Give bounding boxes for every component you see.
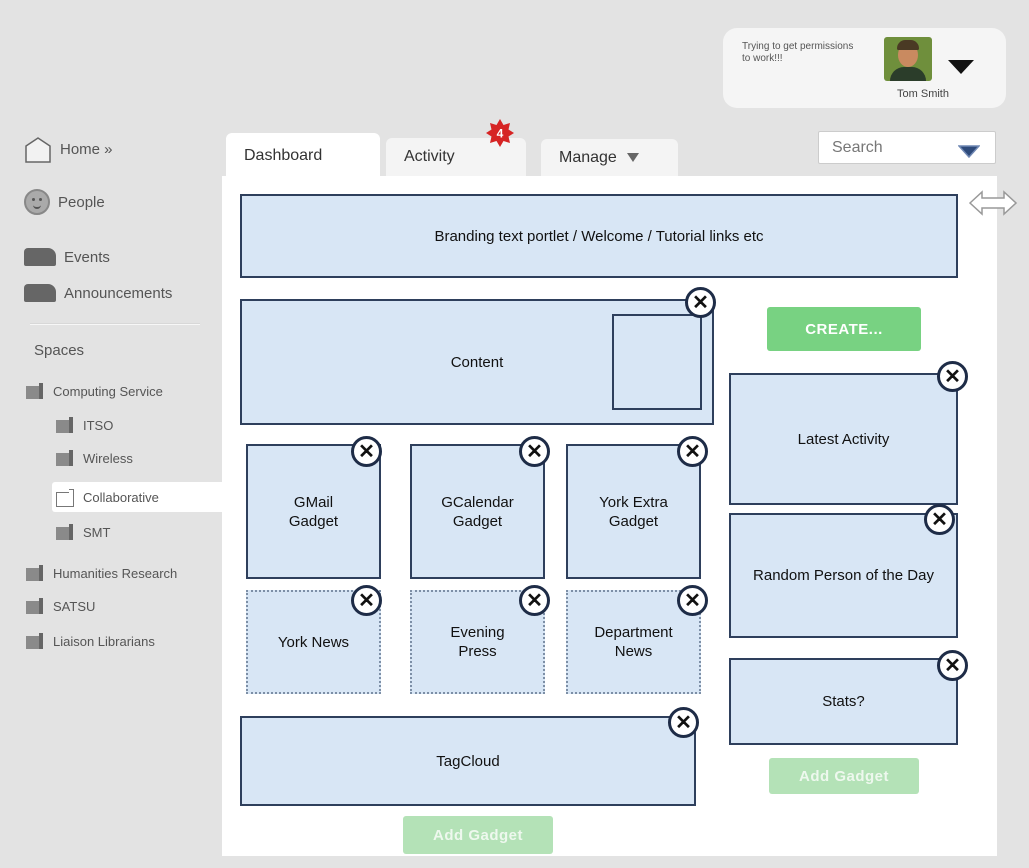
branding-portlet-title: Branding text portlet / Welcome / Tutori… xyxy=(434,227,764,245)
space-icon xyxy=(26,633,44,649)
space-item-label: Wireless xyxy=(83,450,133,466)
add-gadget-label: Add Gadget xyxy=(799,767,889,785)
close-icon[interactable]: ✕ xyxy=(351,585,382,616)
space-item[interactable]: Liaison Librarians xyxy=(26,630,155,652)
space-item-label: Liaison Librarians xyxy=(53,633,155,649)
folder-icon xyxy=(24,248,56,266)
spaces-heading: Spaces xyxy=(34,342,85,359)
notification-badge: 4 xyxy=(485,118,515,148)
folder-icon xyxy=(24,284,56,302)
nav-announcements[interactable]: Announcements xyxy=(24,281,172,305)
avatar[interactable] xyxy=(884,37,932,81)
nav-people[interactable]: People xyxy=(24,189,105,215)
notification-badge-count: 4 xyxy=(497,127,504,141)
sidebar-divider xyxy=(30,323,200,325)
nav-events[interactable]: Events xyxy=(24,245,110,269)
gmail-gadget-title: GMail Gadget xyxy=(288,493,339,530)
resize-arrow-icon[interactable] xyxy=(968,190,1018,216)
close-icon[interactable]: ✕ xyxy=(937,361,968,392)
tab-manage-label: Manage xyxy=(559,148,617,166)
tagcloud-title: TagCloud xyxy=(436,752,500,770)
user-menu-caret-icon[interactable] xyxy=(948,60,974,74)
stats-title: Stats? xyxy=(822,693,865,710)
space-item[interactable]: Computing Service xyxy=(26,380,163,402)
space-item-selected[interactable]: Collaborative xyxy=(56,486,159,508)
space-icon xyxy=(56,450,74,466)
close-icon[interactable]: ✕ xyxy=(519,436,550,467)
branding-portlet[interactable]: Branding text portlet / Welcome / Tutori… xyxy=(240,194,958,278)
nav-announcements-label: Announcements xyxy=(64,284,173,302)
space-item-label: SATSU xyxy=(53,598,96,614)
space-item-label: ITSO xyxy=(83,417,114,433)
space-icon xyxy=(26,565,44,581)
search-dropdown-icon[interactable] xyxy=(957,145,981,159)
close-icon[interactable]: ✕ xyxy=(924,504,955,535)
nav-people-label: People xyxy=(58,193,105,211)
content-portlet-title: Content xyxy=(450,353,504,371)
add-gadget-label: Add Gadget xyxy=(433,826,523,844)
space-item-label: Computing Service xyxy=(53,383,163,399)
close-icon[interactable]: ✕ xyxy=(685,287,716,318)
content-preview-box xyxy=(612,314,702,410)
department-news-title: Department News xyxy=(594,624,673,660)
user-name: Tom Smith xyxy=(897,88,949,100)
gcalendar-gadget-title: GCalendar Gadget xyxy=(441,493,514,530)
user-status-text: Trying to get permissions to work!!! xyxy=(742,41,854,64)
latest-activity-portlet[interactable]: Latest Activity xyxy=(729,373,958,505)
tab-activity-label: Activity xyxy=(404,148,455,165)
close-icon[interactable]: ✕ xyxy=(677,436,708,467)
close-icon[interactable]: ✕ xyxy=(351,436,382,467)
add-gadget-button[interactable]: Add Gadget xyxy=(769,758,919,794)
home-icon xyxy=(24,136,52,163)
search-placeholder: Search xyxy=(832,138,883,156)
york-extra-gadget-portlet[interactable]: York Extra Gadget xyxy=(566,444,701,579)
tab-dashboard-label: Dashboard xyxy=(244,146,323,164)
smiley-icon xyxy=(24,189,50,215)
space-open-icon xyxy=(56,489,74,507)
space-item-label: SMT xyxy=(83,524,111,540)
space-item-label: Humanities Research xyxy=(53,565,178,581)
latest-activity-title: Latest Activity xyxy=(797,430,890,448)
add-gadget-button[interactable]: Add Gadget xyxy=(403,816,553,854)
space-item[interactable]: ITSO xyxy=(56,414,113,436)
space-item[interactable]: Humanities Research xyxy=(26,562,177,584)
space-icon xyxy=(26,383,44,399)
random-person-portlet[interactable]: Random Person of the Day xyxy=(729,513,958,638)
stats-portlet[interactable]: Stats? xyxy=(729,658,958,745)
tagcloud-portlet[interactable]: TagCloud xyxy=(240,716,696,806)
york-news-title: York News xyxy=(277,633,350,651)
space-item[interactable]: Wireless xyxy=(56,447,133,469)
space-item[interactable]: SATSU xyxy=(26,595,95,617)
space-item-label: Collaborative xyxy=(83,489,159,505)
nav-home[interactable]: Home » xyxy=(24,136,113,163)
create-button-label: CREATE... xyxy=(805,320,883,338)
nav-events-label: Events xyxy=(64,248,110,266)
random-person-title: Random Person of the Day xyxy=(753,567,934,584)
close-icon[interactable]: ✕ xyxy=(519,585,550,616)
evening-press-title: Evening Press xyxy=(450,624,505,660)
close-icon[interactable]: ✕ xyxy=(668,707,699,738)
york-extra-gadget-title: York Extra Gadget xyxy=(599,493,668,530)
create-button[interactable]: CREATE... xyxy=(767,307,921,351)
tab-dashboard[interactable]: Dashboard xyxy=(226,133,380,178)
chevron-down-icon xyxy=(626,153,639,162)
space-item[interactable]: SMT xyxy=(56,521,110,543)
space-icon xyxy=(56,524,74,540)
space-icon xyxy=(56,417,74,433)
close-icon[interactable]: ✕ xyxy=(677,585,708,616)
close-icon[interactable]: ✕ xyxy=(937,650,968,681)
tab-manage[interactable]: Manage xyxy=(541,139,678,176)
nav-home-label: Home » xyxy=(60,140,113,158)
space-icon xyxy=(26,598,44,614)
